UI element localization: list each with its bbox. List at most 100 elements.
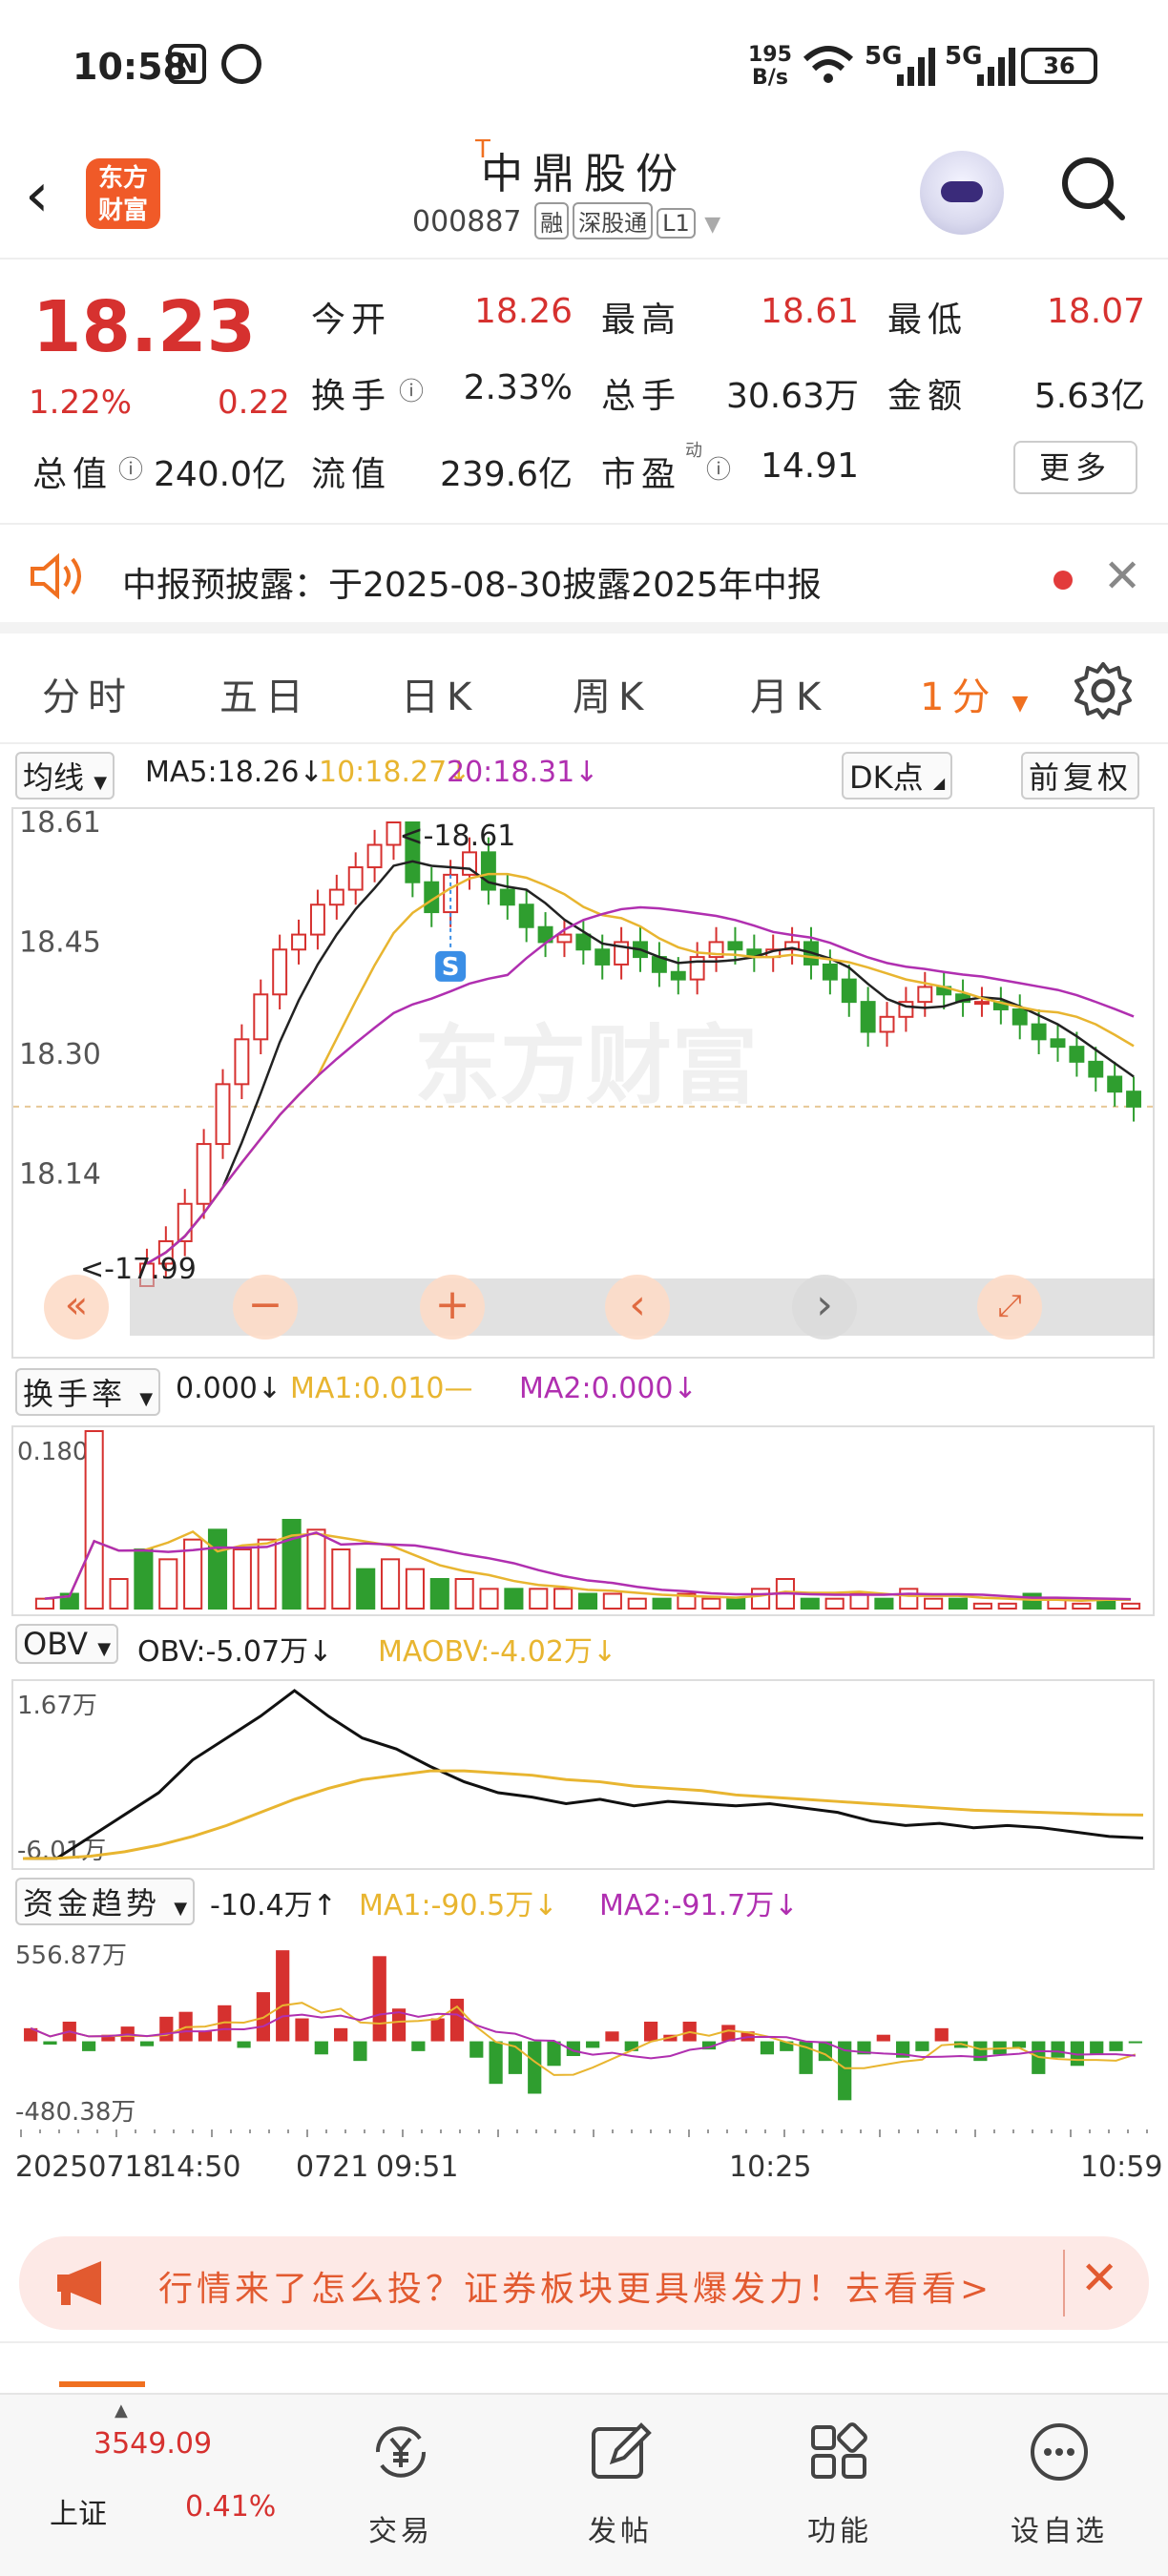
stock-code-row[interactable]: 000887 融深股通 L1 ▼ — [412, 202, 720, 239]
candle-body — [234, 1038, 250, 1086]
signal-label: S — [442, 953, 460, 982]
turnover-bar — [381, 1558, 401, 1610]
turnover-bar — [824, 1597, 845, 1610]
turnover-selector[interactable]: 换手率 ▼ — [15, 1368, 161, 1416]
turnover-bar — [306, 1528, 326, 1610]
close-icon[interactable]: ✕ — [1103, 550, 1141, 603]
fund-bar — [1090, 2041, 1104, 2055]
obv-selector[interactable]: OBV ▼ — [15, 1624, 119, 1664]
fund-bar — [198, 2031, 213, 2042]
candle-body — [196, 1143, 212, 1205]
candle-body — [860, 1001, 876, 1033]
dk-selector[interactable]: DK点 ◢ — [842, 752, 953, 800]
turnover-bar — [504, 1588, 524, 1610]
turnover-bar — [356, 1568, 376, 1610]
candle-body — [879, 1015, 895, 1033]
turnover-bar — [429, 1578, 449, 1610]
fund-bar — [43, 2041, 57, 2045]
fund-ma1: MA1:-90.5万↓ — [359, 1889, 558, 1922]
candle-body — [1126, 1091, 1142, 1108]
turnover-bar — [1121, 1602, 1141, 1610]
turnover-bar — [232, 1548, 252, 1610]
fund-top-tick: 556.87万 — [15, 1942, 127, 1970]
turnover-bar — [948, 1597, 969, 1610]
zoom-in-icon[interactable]: + — [420, 1275, 485, 1340]
tab-5day[interactable]: 五日 — [219, 666, 311, 721]
maobv-line — [22, 1769, 1144, 1860]
tab-weekly[interactable]: 周K — [573, 666, 651, 721]
speaker-icon — [31, 553, 81, 599]
obv-bottom-tick: -6.01万 — [17, 1837, 106, 1865]
tab-monthly[interactable]: 月K — [750, 666, 828, 721]
y-tick-label: 18.14 — [19, 1157, 101, 1191]
index-ticker[interactable]: ▲ 3549.09 上证 0.41% — [0, 2395, 276, 2566]
expand-icon[interactable]: ⤢ — [977, 1275, 1042, 1340]
assistant-avatar[interactable] — [920, 151, 1004, 235]
turnover-bar — [479, 1588, 499, 1610]
obv-panel[interactable]: 1.67万 -6.01万 — [11, 1679, 1155, 1870]
net-speed-value: 195 — [748, 43, 792, 67]
more-button[interactable]: 更多 — [1013, 441, 1137, 494]
turnover-header: 换手率 ▼ 0.000↓ MA1:0.010— MA2:0.000↓ — [15, 1368, 1160, 1418]
stock-header: ‹ 东方 财富 T 中鼎股份 000887 融深股通 L1 ▼ — [0, 134, 1168, 260]
candle-body — [917, 986, 933, 1004]
kline-chart: 东方财富18.6118.4518.3018.14<-18.61<-17.99S — [13, 806, 1153, 1287]
volume-label: 总手 — [601, 377, 682, 416]
alarm-icon — [221, 44, 261, 84]
fund-ma2-line — [30, 2011, 1136, 2060]
fund-selector[interactable]: 资金趋势 ▼ — [15, 1878, 196, 1925]
adjust-selector[interactable]: 前复权 — [1021, 752, 1140, 800]
search-icon[interactable] — [1059, 155, 1128, 223]
nav-functions[interactable]: 功能 — [782, 2395, 897, 2566]
info-icon-2[interactable]: ⓘ — [118, 450, 143, 486]
turnover-bar — [800, 1597, 820, 1610]
tag-connect: 深股通 — [573, 202, 654, 239]
fund-ma2: MA2:-91.7万↓ — [599, 1889, 799, 1922]
change-amount: 0.22 — [218, 384, 290, 422]
nav-watchlist[interactable]: 设自选 — [992, 2395, 1126, 2566]
fund-bar — [934, 2027, 949, 2042]
tab-intraday[interactable]: 分时 — [42, 666, 134, 721]
ma-selector[interactable]: 均线 ▼ — [15, 752, 115, 800]
pan-left-icon[interactable]: ‹ — [605, 1275, 670, 1340]
nav-post[interactable]: 发帖 — [563, 2395, 678, 2566]
turnover-chart: 0.180 — [17, 1430, 1141, 1610]
fund-bar — [1051, 2041, 1065, 2058]
fund-bar — [973, 2041, 988, 2062]
turnover-bar — [1072, 1602, 1092, 1610]
turnover-ma1: MA1:0.010— — [290, 1372, 473, 1405]
tab-1min-label: 1分 — [920, 675, 998, 719]
wifi-icon — [803, 46, 854, 83]
open-label: 今开 — [311, 301, 392, 340]
candle-body — [499, 888, 515, 906]
double-left-icon[interactable]: « — [44, 1275, 109, 1340]
promo-banner[interactable]: 行情来了怎么投？证券板块更具爆发力！去看看> ✕ — [19, 2236, 1149, 2330]
pan-right-icon[interactable]: › — [792, 1275, 857, 1340]
y-tick-label: 18.30 — [19, 1038, 101, 1071]
fund-bar — [605, 2031, 619, 2042]
zoom-out-icon[interactable]: − — [233, 1275, 298, 1340]
amount-label: 金额 — [887, 377, 969, 416]
close-icon[interactable]: ✕ — [1080, 2252, 1118, 2305]
tab-1min[interactable]: 1分 ▼ — [920, 666, 1035, 721]
caret-icon: ◢ — [932, 774, 946, 792]
info-icon[interactable]: ⓘ — [399, 372, 424, 407]
candle-body — [1012, 1008, 1028, 1026]
divider — [1063, 2250, 1065, 2316]
candle-body — [347, 866, 364, 891]
fund-panel[interactable]: 556.87万 -480.38万 — [11, 1933, 1155, 2137]
fund-bar — [295, 2018, 309, 2042]
turnover-label: 换手 — [311, 377, 392, 416]
fund-bar — [353, 2041, 367, 2062]
nav-trade[interactable]: 交易 — [344, 2395, 458, 2566]
turnover-bar — [751, 1588, 771, 1610]
axis-t5: 10:59 — [1080, 2150, 1163, 2184]
notice-bar[interactable]: 中报预披露：于2025-08-30披露2025年中报 ✕ — [0, 523, 1168, 634]
kline-panel[interactable]: 东方财富 18.61 18.45 18.30 18.14 <-18.61 <-17.99 S — [11, 806, 1155, 1359]
volume-value: 30.63万 — [725, 377, 859, 416]
gear-icon[interactable] — [1073, 660, 1134, 721]
fund-value: -10.4万↑ — [210, 1889, 337, 1922]
status-bar: 10:58 N 195 B/s 5G 5G 36 — [0, 0, 1168, 134]
turnover-panel[interactable]: 0.180 — [11, 1425, 1155, 1616]
tab-daily[interactable]: 日K — [401, 666, 479, 721]
